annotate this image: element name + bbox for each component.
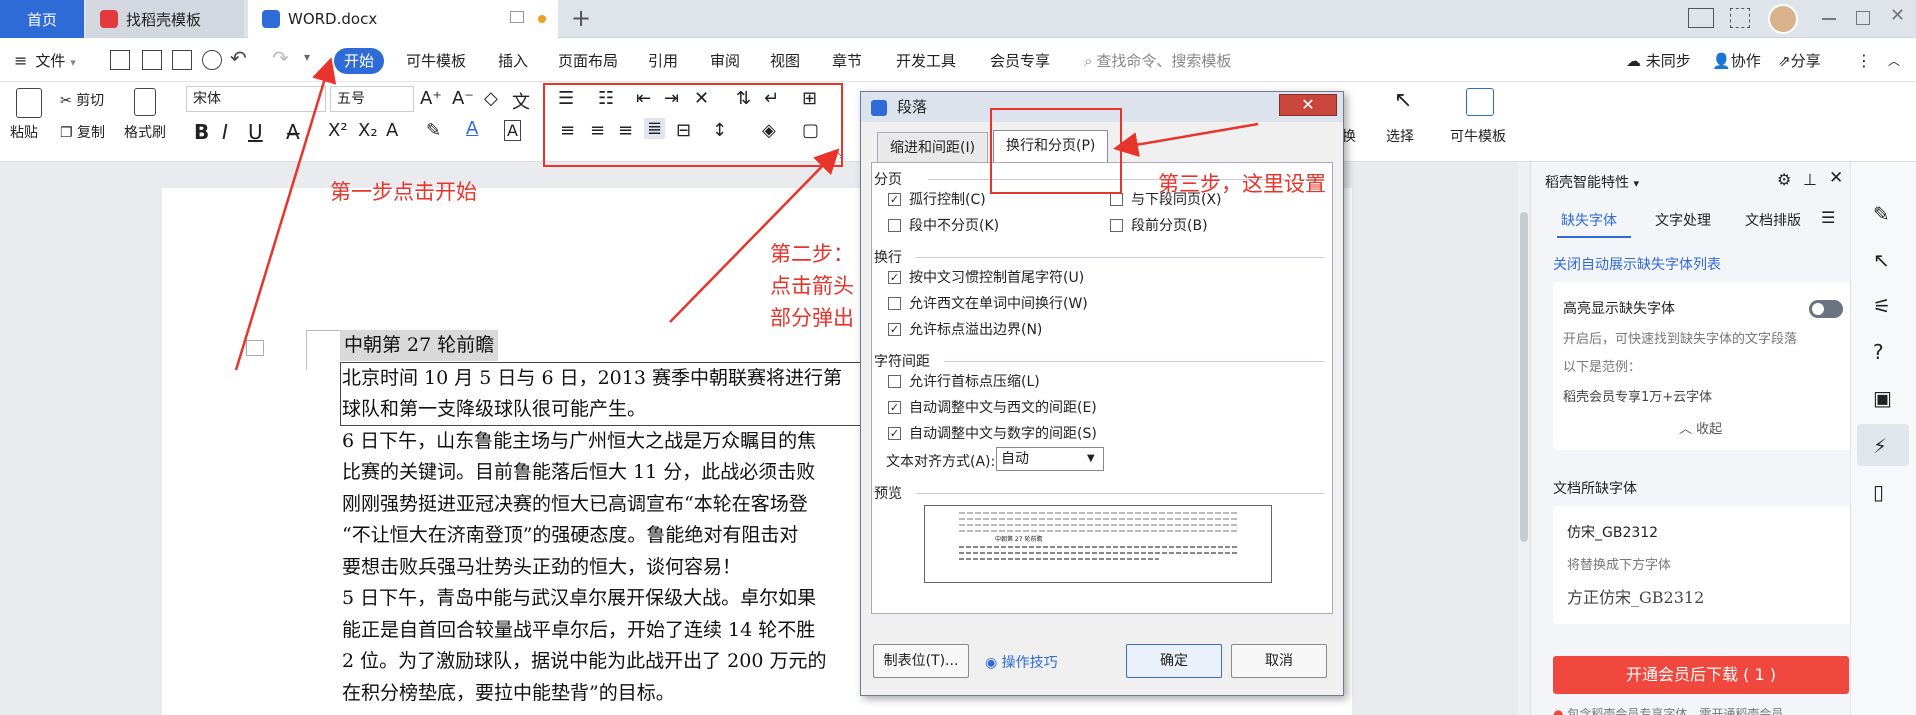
annotation-step2-line2: 点击箭头 — [770, 274, 854, 298]
annotation-step3: 第三步，这里设置 — [1158, 172, 1326, 196]
annotation-step2-line1: 第二步： — [770, 242, 854, 266]
annotation-arrows — [234, 57, 1259, 371]
arrow-step3 — [1113, 122, 1259, 157]
arrow-step1 — [234, 57, 337, 371]
annotation-step1: 第一步点击开始 — [330, 180, 477, 204]
annotation-step2-line3: 部分弹出 — [770, 306, 854, 330]
